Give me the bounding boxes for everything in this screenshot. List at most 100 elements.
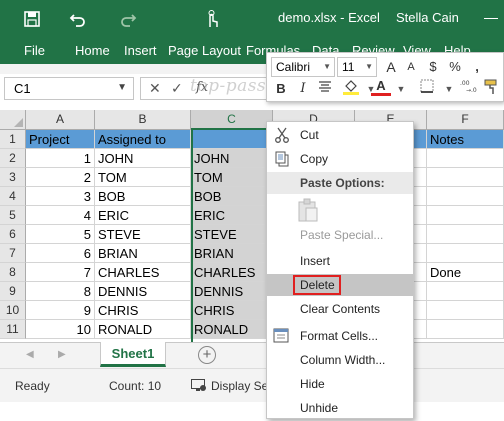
save-icon[interactable] (20, 7, 44, 31)
table-cell[interactable]: CHARLES (95, 263, 191, 282)
row-header[interactable]: 8 (0, 263, 26, 282)
menu-item-delete[interactable]: Delete (267, 274, 413, 296)
row-header[interactable]: 1 (0, 130, 26, 149)
borders-icon[interactable] (417, 79, 437, 99)
add-sheet-icon[interactable]: + (198, 346, 216, 364)
menu-item-unhide[interactable]: Unhide (267, 397, 413, 419)
font-size-dropdown[interactable]: 11 ▼ (337, 57, 377, 77)
next-sheet-icon[interactable]: ▶ (58, 349, 66, 360)
table-cell[interactable] (427, 320, 504, 339)
table-cell[interactable] (427, 168, 504, 187)
table-cell[interactable]: RONALD (191, 320, 273, 339)
table-cell[interactable]: 4 (26, 206, 95, 225)
align-center-icon[interactable] (315, 79, 335, 99)
table-cell[interactable]: 8 (26, 282, 95, 301)
table-cell[interactable]: 6 (26, 244, 95, 263)
tab-insert[interactable]: Insert (124, 43, 157, 58)
table-cell[interactable]: 7 (26, 263, 95, 282)
menu-item-cut[interactable]: Cut (267, 124, 413, 146)
tab-page-layout[interactable]: Page Layout (168, 43, 241, 58)
menu-item-column-width[interactable]: Column Width... (267, 349, 413, 371)
table-cell[interactable]: 1 (26, 149, 95, 168)
italic-button[interactable]: I (293, 79, 313, 99)
column-header-c[interactable]: C (191, 110, 273, 130)
fill-color-icon[interactable] (341, 79, 361, 99)
format-painter-icon[interactable] (481, 79, 501, 99)
cancel-icon[interactable]: ✕ (149, 80, 161, 97)
table-cell[interactable]: CHARLES (191, 263, 273, 282)
table-header-cell[interactable]: Project (26, 130, 95, 149)
table-cell[interactable]: Done (427, 263, 504, 282)
chevron-down-icon[interactable]: ▼ (323, 62, 331, 71)
table-cell[interactable] (427, 244, 504, 263)
comma-button[interactable]: , (467, 57, 487, 77)
column-header-a[interactable]: A (26, 110, 95, 130)
table-cell[interactable]: BRIAN (191, 244, 273, 263)
menu-item-hide[interactable]: Hide (267, 373, 413, 395)
chevron-down-icon[interactable]: ▼ (391, 79, 411, 99)
row-header[interactable]: 10 (0, 301, 26, 320)
table-header-cell[interactable]: Notes (427, 130, 504, 149)
table-cell[interactable]: 3 (26, 187, 95, 206)
table-cell[interactable] (427, 301, 504, 320)
name-box[interactable]: C1 ▼ (4, 77, 134, 100)
tab-home[interactable]: Home (75, 43, 110, 58)
percent-button[interactable]: % (445, 57, 465, 77)
column-header-f[interactable]: F (427, 110, 504, 130)
chevron-down-icon[interactable]: ▼ (439, 79, 459, 99)
select-all-button[interactable] (0, 110, 26, 130)
table-cell[interactable] (427, 282, 504, 301)
table-cell[interactable]: STEVE (191, 225, 273, 244)
table-cell[interactable] (427, 187, 504, 206)
menu-item-copy[interactable]: Copy (267, 148, 413, 170)
column-header-b[interactable]: B (95, 110, 191, 130)
menu-item-format-cells[interactable]: Format Cells... (267, 325, 413, 347)
table-cell[interactable]: JOHN (95, 149, 191, 168)
row-header[interactable]: 5 (0, 206, 26, 225)
table-cell[interactable]: BRIAN (95, 244, 191, 263)
row-header[interactable]: 4 (0, 187, 26, 206)
row-header[interactable]: 9 (0, 282, 26, 301)
table-cell[interactable] (427, 149, 504, 168)
touch-mode-icon[interactable] (200, 7, 224, 31)
table-cell[interactable]: 5 (26, 225, 95, 244)
table-header-cell[interactable]: Assigned to (95, 130, 191, 149)
table-cell[interactable]: STEVE (95, 225, 191, 244)
table-cell[interactable]: DENNIS (191, 282, 273, 301)
table-cell[interactable]: BOB (95, 187, 191, 206)
table-cell[interactable] (427, 225, 504, 244)
display-settings-icon[interactable] (191, 379, 207, 392)
table-cell[interactable] (427, 206, 504, 225)
table-cell[interactable]: RONALD (95, 320, 191, 339)
table-cell[interactable]: 2 (26, 168, 95, 187)
paste-clipboard-icon[interactable] (297, 198, 321, 224)
row-header[interactable]: 3 (0, 168, 26, 187)
table-cell[interactable]: TOM (191, 168, 273, 187)
previous-sheet-icon[interactable]: ◀ (26, 349, 34, 360)
table-cell[interactable]: CHRIS (95, 301, 191, 320)
row-header[interactable]: 11 (0, 320, 26, 339)
undo-icon[interactable] (66, 7, 90, 31)
table-cell[interactable]: JOHN (191, 149, 273, 168)
table-cell[interactable]: 10 (26, 320, 95, 339)
minimize-icon[interactable] (484, 18, 498, 19)
font-color-button[interactable]: A (371, 77, 391, 96)
decimal-icon[interactable]: .00 →.0 (459, 79, 479, 99)
table-cell[interactable]: 9 (26, 301, 95, 320)
table-cell[interactable]: DENNIS (95, 282, 191, 301)
tab-file[interactable]: File (24, 43, 45, 58)
table-cell[interactable]: TOM (95, 168, 191, 187)
row-header[interactable]: 6 (0, 225, 26, 244)
row-header[interactable]: 7 (0, 244, 26, 263)
table-cell[interactable]: CHRIS (191, 301, 273, 320)
table-cell[interactable]: ERIC (95, 206, 191, 225)
table-header-cell[interactable] (191, 130, 273, 149)
redo-icon[interactable] (116, 7, 140, 31)
worksheet-grid[interactable]: A B C D E F 1 2 3 4 5 6 7 8 9 10 11 Proj… (0, 110, 504, 342)
user-name[interactable]: Stella Cain (396, 10, 459, 25)
table-cell[interactable]: BOB (191, 187, 273, 206)
enter-icon[interactable]: ✓ (171, 80, 183, 97)
sheet-tab-sheet1[interactable]: Sheet1 (100, 342, 166, 367)
chevron-down-icon[interactable]: ▼ (117, 82, 127, 93)
bold-button[interactable]: B (271, 79, 291, 99)
